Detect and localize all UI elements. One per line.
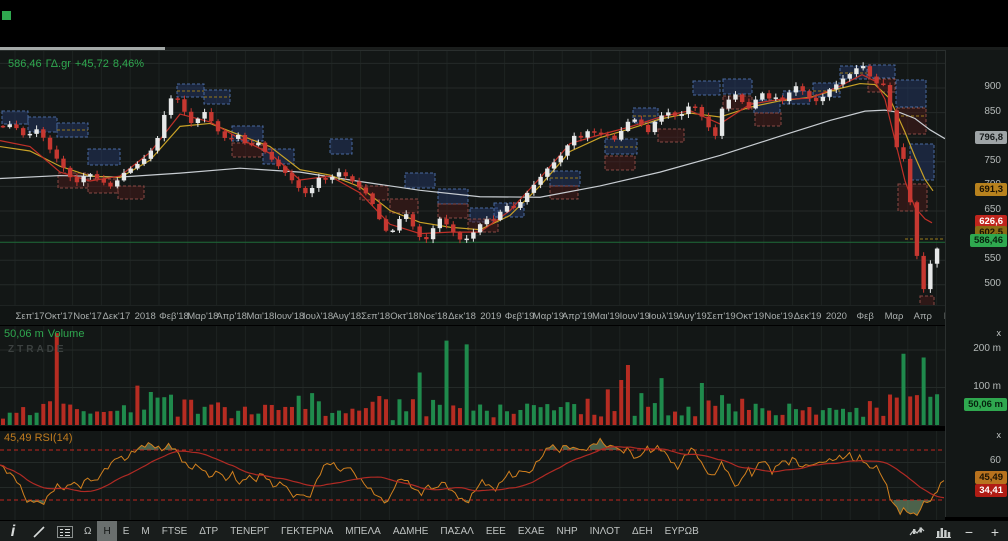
time-axis-label: Δεκ'18 [448, 311, 476, 322]
symbol-button-ευρωβ[interactable]: ΕΥΡΩΒ [659, 521, 705, 541]
price-tick-label: 900 [984, 81, 1001, 92]
main-chart-legend: 586,46 ΓΔ.gr +45,72 8,46% [8, 58, 148, 70]
legend-change: +45,72 [74, 58, 109, 70]
price-badge: 586,46 [969, 234, 1007, 248]
main-chart-panel[interactable]: 586,46 ΓΔ.gr +45,72 8,46% ZTRADE [0, 50, 945, 355]
rsi-panel-close-button[interactable]: x [997, 430, 1002, 440]
price-tick-label: 650 [984, 204, 1001, 215]
symbol-button-μπελα[interactable]: ΜΠΕΛΑ [339, 521, 387, 541]
time-axis-label: 2018 [134, 311, 156, 322]
volume-value: 50,06 m [4, 328, 44, 340]
time-axis-label: Μαρ [884, 311, 904, 322]
symbol-button-δεη[interactable]: ΔΕΗ [626, 521, 659, 541]
symbol-button-πασαλ[interactable]: ΠΑΣΑΛ [434, 521, 479, 541]
trading-app: 586,46 ΓΔ.gr +45,72 8,46% ZTRADE Σεπ'17 Οκτ'… [0, 0, 1008, 541]
main-chart-canvas[interactable] [0, 51, 945, 306]
time-axis-label: Ιουλ'18 [302, 311, 334, 322]
status-indicator [2, 11, 11, 20]
symbol-button-εεε[interactable]: ΕΕΕ [480, 521, 512, 541]
price-axis[interactable]: 900850800750700650600550500796,8691,3626… [945, 50, 1008, 517]
time-axis-label: Οκτ'18 [390, 311, 419, 322]
time-axis-label: Ιουν'19 [619, 311, 650, 322]
rsi-tick-label: 60 [989, 454, 1001, 466]
time-axis-label: Νοε'19 [764, 311, 794, 322]
rsi-badge: 45,49 [975, 470, 1007, 484]
legend-last-price: 586,46 [8, 58, 42, 70]
timeframe-button-Μ[interactable]: Μ [135, 521, 155, 541]
time-axis-label: Μαρ'18 [187, 311, 219, 322]
bottom-toolbar: i ΩΗΕΜ FTSE ΔΤΡ ΤΕΝΕΡΓ ΓΕΚΤΕΡΝΑ ΜΠΕΛΑ ΑΔΜΗΕ ΠΑ… [0, 520, 1008, 541]
symbol-button-τενεργ[interactable]: ΤΕΝΕΡΓ [224, 521, 275, 541]
volume-canvas[interactable] [0, 326, 945, 426]
time-axis-label: 2020 [825, 311, 847, 322]
volume-legend: 50,06 m Volume [4, 328, 88, 340]
symbol-button-αδμηε[interactable]: ΑΔΜΗΕ [387, 521, 435, 541]
info-icon[interactable]: i [0, 521, 26, 541]
time-axis-label: Σεπ'18 [361, 311, 391, 322]
rsi-canvas[interactable] [0, 431, 945, 520]
time-axis-label: Ιουλ'19 [648, 311, 679, 322]
symbol-button-ινλοτ[interactable]: ΙΝΛΟΤ [584, 521, 626, 541]
zoom-out-icon[interactable]: − [956, 521, 982, 541]
time-axis-label: Φεβ'18 [159, 311, 189, 322]
symbol-button-ftse[interactable]: FTSE [156, 521, 194, 541]
time-axis[interactable]: Σεπ'17 Οκτ'17 Νοε'17 Δεκ'17 2018 Φεβ'18 Μαρ'18… [0, 305, 989, 326]
time-axis-label: Φεβ'19 [504, 311, 535, 322]
candlestick-chart-icon[interactable] [904, 521, 930, 541]
volume-panel[interactable]: 50,06 m Volume [0, 325, 945, 426]
legend-symbol: ΓΔ.gr [45, 58, 71, 70]
time-axis-label: Σεπ'19 [706, 311, 736, 322]
time-axis-label: Οκτ'19 [735, 311, 765, 322]
time-axis-label: Μαι'18 [246, 311, 275, 322]
rsi-badge: 34,41 [975, 484, 1007, 498]
time-axis-label: Αυγ'18 [332, 311, 362, 322]
zoom-in-icon[interactable]: + [982, 521, 1008, 541]
time-axis-label: Απρ'18 [216, 311, 247, 322]
volume-panel-close-button[interactable]: x [997, 328, 1002, 338]
volume-tick-label: 200 m [973, 343, 1001, 354]
time-axis-label: Νοε'18 [418, 311, 448, 322]
time-axis-label: Δεκ'19 [793, 311, 822, 322]
volume-tick-label: 100 m [973, 380, 1001, 392]
time-axis-label: Δεκ'17 [102, 311, 131, 322]
time-axis-label: Οκτ'17 [44, 311, 73, 322]
price-badge: 796,8 [975, 130, 1007, 144]
timeframe-button-Ω[interactable]: Ω [78, 521, 97, 541]
time-axis-label: Αυγ'19 [678, 311, 707, 322]
time-axis-label: Μαι'19 [592, 311, 620, 322]
time-axis-label: Μαρ'19 [532, 311, 564, 322]
trendline-icon[interactable] [26, 521, 52, 541]
time-axis-label: Ιουν'18 [274, 311, 305, 322]
time-axis-label: 2019 [480, 311, 502, 322]
symbol-button-εχαε[interactable]: ΕΧΑΕ [512, 521, 551, 541]
symbol-button-νηρ[interactable]: ΝΗΡ [551, 521, 584, 541]
bar-chart-icon[interactable] [930, 521, 956, 541]
symbol-button-δτρ[interactable]: ΔΤΡ [193, 521, 224, 541]
timeframe-button-Ε[interactable]: Ε [117, 521, 136, 541]
rsi-label: 45,49 RSI(14) [4, 432, 73, 444]
price-tick-label: 750 [984, 154, 1001, 166]
price-tick-label: 500 [984, 277, 1001, 289]
chart-scrollbar-thumb[interactable] [0, 47, 165, 50]
timeframe-button-Η[interactable]: Η [97, 521, 117, 541]
legend-change-pct: 8,46% [112, 58, 145, 70]
volume-badge: 50,06 m [964, 398, 1007, 412]
price-badge: 691,3 [975, 182, 1007, 196]
rsi-panel[interactable]: 45,49 RSI(14) [0, 428, 945, 520]
time-axis-label: Σεπ'17 [15, 311, 45, 322]
watchlist-icon[interactable] [52, 521, 78, 541]
time-axis-label: Απρ [913, 311, 932, 322]
volume-label: Volume [47, 328, 85, 340]
symbol-button-γεκτερνα[interactable]: ΓΕΚΤΕΡΝΑ [275, 521, 339, 541]
price-tick-label: 850 [984, 105, 1001, 117]
platform-watermark: ZTRADE [8, 344, 67, 355]
time-axis-label: Φεβ [856, 311, 874, 322]
price-tick-label: 550 [984, 253, 1001, 265]
rsi-legend: 45,49 RSI(14) [4, 432, 76, 444]
time-axis-label: Νοε'17 [73, 311, 102, 322]
time-axis-label: Απρ'19 [561, 311, 593, 322]
